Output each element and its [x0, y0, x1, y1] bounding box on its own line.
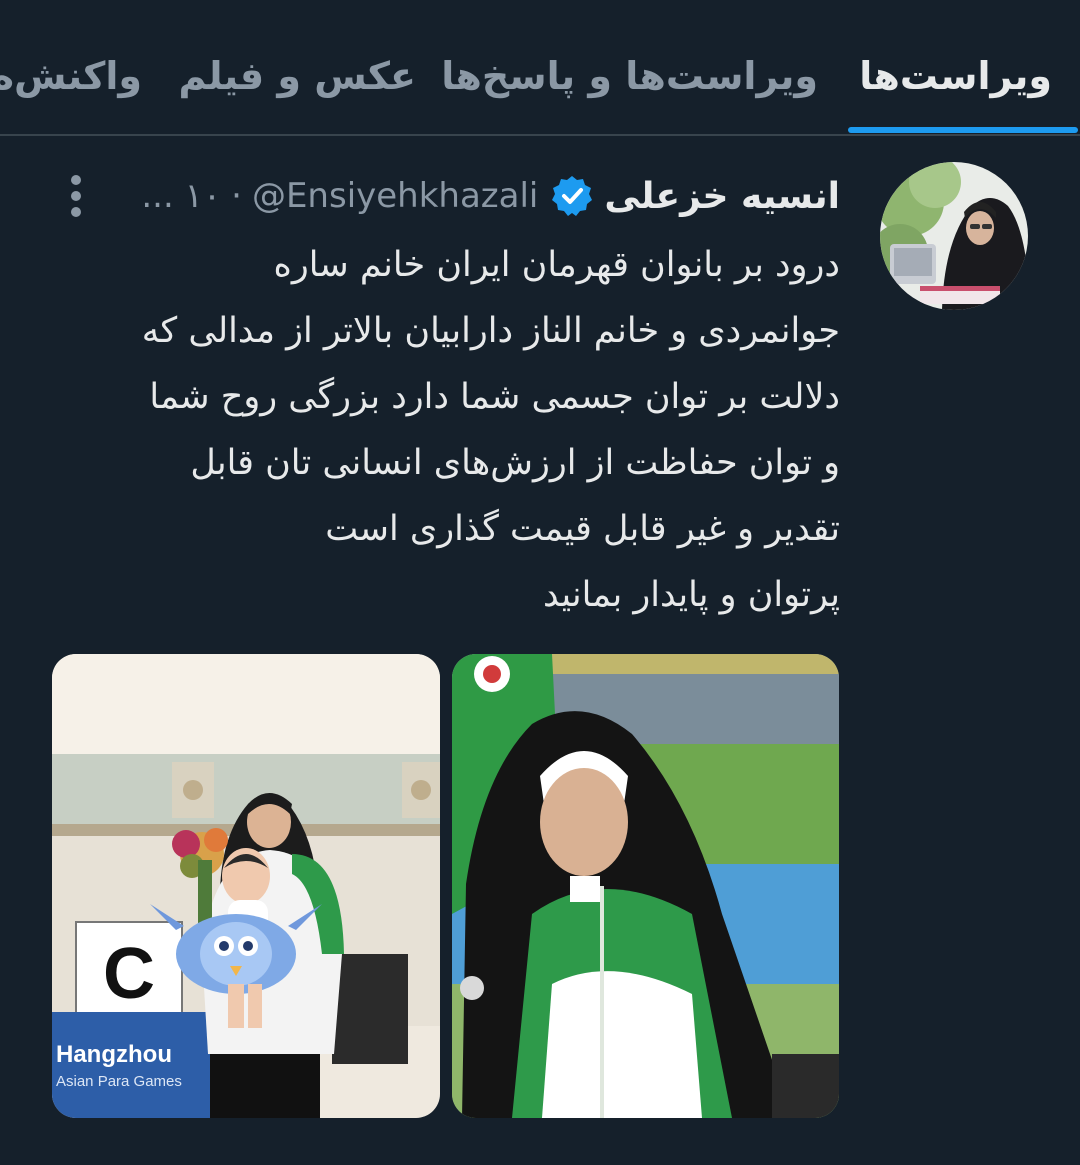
- tab-posts-and-replies[interactable]: ویراست‌ها و پاسخ‌ها: [441, 48, 818, 104]
- tweet-photo-athlete[interactable]: [452, 654, 839, 1118]
- tweet-text-line: پرتوان و پایدار بمانید: [542, 575, 840, 615]
- active-tab-indicator: [848, 127, 1078, 133]
- avatar[interactable]: [880, 162, 1028, 310]
- author-handle[interactable]: @Ensiyehkhazali: [252, 176, 538, 216]
- tab-media[interactable]: عکس و فیلم: [178, 48, 416, 104]
- event-banner-city: Hangzhou: [56, 1041, 172, 1068]
- event-banner-name: Asian Para Games: [56, 1073, 182, 1090]
- more-options-icon[interactable]: [66, 172, 86, 220]
- tab-posts[interactable]: ویراست‌ها: [859, 48, 1052, 104]
- tweet[interactable]: انسیه خزعلی @Ensiyehkhazali · ۱۰ ... درو…: [0, 136, 1080, 1165]
- tweet-header: انسیه خزعلی @Ensiyehkhazali · ۱۰ ...: [141, 168, 840, 224]
- tab-likes[interactable]: واکنش‌ه: [0, 48, 142, 104]
- tweet-text: درود بر بانوان قهرمان ایران خانم ساره جو…: [40, 232, 840, 628]
- tweet-photo-medal-ceremony[interactable]: C Hangzhou Asian Para Games: [52, 654, 440, 1118]
- tweet-time[interactable]: ۱۰ ...: [141, 176, 221, 216]
- verified-badge-icon: [550, 174, 594, 218]
- tweet-text-line: درود بر بانوان قهرمان ایران خانم ساره: [273, 245, 841, 285]
- shooting-lane-letter: C: [103, 934, 155, 1014]
- tweet-text-line: دلالت بر توان جسمی شما دارد بزرگی روح شم…: [149, 377, 840, 417]
- meta-separator: ·: [231, 176, 242, 216]
- tweet-text-line: جوانمردی و خانم الناز دارابیان بالاتر از…: [141, 311, 840, 351]
- tweet-text-line: تقدیر و غیر قابل قیمت گذاری است: [325, 509, 840, 549]
- profile-tabs: ویراست‌ها ویراست‌ها و پاسخ‌ها عکس و فیلم…: [0, 0, 1080, 136]
- author-name[interactable]: انسیه خزعلی: [604, 176, 840, 217]
- tweet-text-line: و توان حفاظت از ارزش‌های انسانی تان قابل: [190, 443, 840, 483]
